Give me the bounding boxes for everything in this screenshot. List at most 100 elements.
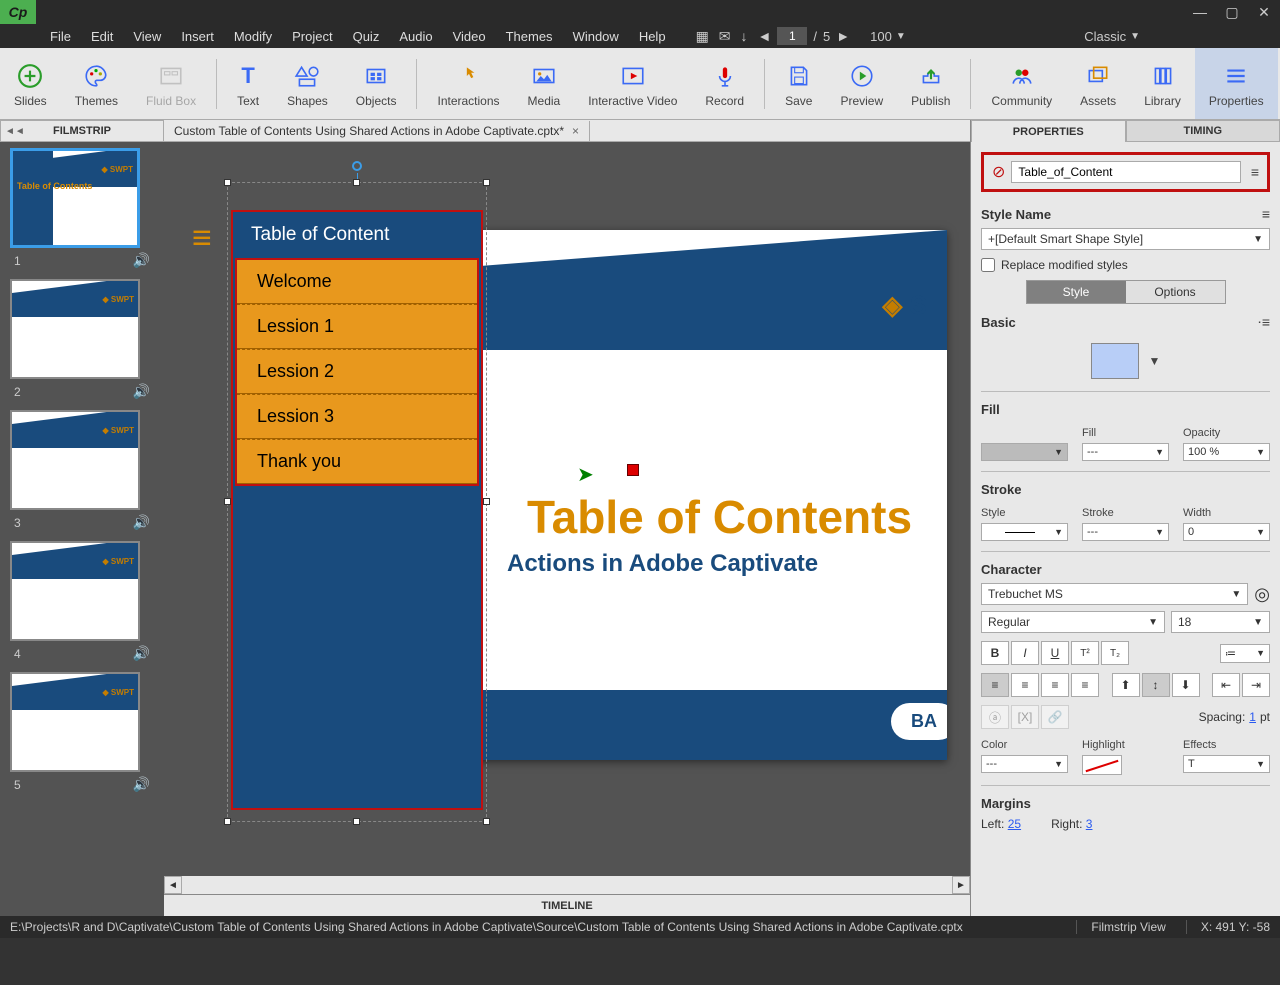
collapse-filmstrip-icon[interactable]: ◄◄: [5, 126, 25, 137]
toc-panel[interactable]: Table of Content Welcome Lession 1 Lessi…: [231, 210, 483, 810]
fill-color-dropdown[interactable]: ▼: [981, 443, 1068, 461]
record-button[interactable]: Record: [691, 48, 758, 119]
properties-button[interactable]: Properties: [1195, 48, 1278, 119]
style-menu-icon[interactable]: ≡: [1262, 206, 1270, 222]
menu-themes[interactable]: Themes: [496, 25, 563, 48]
interactive-video-button[interactable]: Interactive Video: [574, 48, 691, 119]
save-button[interactable]: Save: [771, 48, 826, 119]
italic-button[interactable]: I: [1011, 641, 1039, 665]
zoom-dropdown-icon[interactable]: ▼: [896, 31, 906, 42]
prev-page-icon[interactable]: ◄: [758, 28, 772, 44]
resize-handle-e[interactable]: [483, 498, 490, 505]
objects-button[interactable]: Objects: [342, 48, 411, 119]
toc-item-lesson1[interactable]: Lession 1: [237, 304, 477, 349]
align-center-button[interactable]: ≡: [1011, 673, 1039, 697]
menu-modify[interactable]: Modify: [224, 25, 282, 48]
menu-video[interactable]: Video: [443, 25, 496, 48]
subtab-options[interactable]: Options: [1126, 281, 1225, 303]
valign-top-button[interactable]: ⬆: [1112, 673, 1140, 697]
slide-thumb-4[interactable]: ◆ SWPT 4🔊: [10, 541, 154, 662]
font-size-dropdown[interactable]: 18▼: [1171, 611, 1270, 633]
back-button[interactable]: BA: [891, 703, 947, 740]
toc-item-lesson2[interactable]: Lession 2: [237, 349, 477, 394]
tab-timing[interactable]: TIMING: [1126, 120, 1280, 142]
underline-button[interactable]: U: [1041, 641, 1069, 665]
effects-dropdown[interactable]: T▼: [1183, 755, 1270, 773]
valign-middle-button[interactable]: ↕: [1142, 673, 1170, 697]
interactions-button[interactable]: Interactions: [423, 48, 513, 119]
menu-project[interactable]: Project: [282, 25, 342, 48]
menu-help[interactable]: Help: [629, 25, 676, 48]
toc-item-lesson3[interactable]: Lession 3: [237, 394, 477, 439]
slides-button[interactable]: Slides: [0, 48, 61, 119]
font-family-dropdown[interactable]: Trebuchet MS▼: [981, 583, 1248, 605]
workspace-dropdown[interactable]: Classic ▼: [1084, 29, 1140, 44]
list-style-dropdown[interactable]: ≔▼: [1220, 644, 1270, 663]
fill-color-swatch[interactable]: [1091, 343, 1139, 379]
hamburger-icon[interactable]: ≡: [192, 232, 212, 246]
assets-button[interactable]: Assets: [1066, 48, 1130, 119]
document-tab[interactable]: Custom Table of Contents Using Shared Ac…: [164, 121, 590, 141]
close-button[interactable]: ✕: [1248, 0, 1280, 24]
style-name-dropdown[interactable]: +[Default Smart Shape Style] ▼: [981, 228, 1270, 250]
slide-thumb-2[interactable]: ◆ SWPT 2🔊: [10, 279, 154, 400]
resize-handle-n[interactable]: [353, 179, 360, 186]
preview-button[interactable]: Preview: [826, 48, 897, 119]
slide-thumb-5[interactable]: ◆ SWPT 5🔊: [10, 672, 154, 793]
valign-bottom-button[interactable]: ⬇: [1172, 673, 1200, 697]
maximize-button[interactable]: ▢: [1216, 0, 1248, 24]
replace-styles-checkbox[interactable]: Replace modified styles: [981, 258, 1270, 272]
text-color-dropdown[interactable]: ---▼: [981, 755, 1068, 773]
rotate-handle[interactable]: [352, 161, 362, 171]
margin-right-value[interactable]: 3: [1086, 817, 1093, 831]
spacing-value[interactable]: 1: [1249, 710, 1256, 724]
download-icon[interactable]: ↓: [741, 28, 748, 44]
resize-handle-se[interactable]: [483, 818, 490, 825]
menu-insert[interactable]: Insert: [171, 25, 224, 48]
align-right-button[interactable]: ≡: [1041, 673, 1069, 697]
publish-button[interactable]: Publish: [897, 48, 964, 119]
basic-menu-icon[interactable]: ⋅≡: [1257, 314, 1270, 331]
swatch-dropdown-icon[interactable]: ▼: [1149, 354, 1161, 368]
align-left-button[interactable]: ≡: [981, 673, 1009, 697]
typekit-icon[interactable]: ◎: [1254, 584, 1270, 605]
align-justify-button[interactable]: ≡: [1071, 673, 1099, 697]
menu-edit[interactable]: Edit: [81, 25, 123, 48]
menu-file[interactable]: File: [40, 25, 81, 48]
community-button[interactable]: Community: [977, 48, 1066, 119]
menu-view[interactable]: View: [123, 25, 171, 48]
superscript-button[interactable]: T²: [1071, 641, 1099, 665]
bold-button[interactable]: B: [981, 641, 1009, 665]
stroke-color-dropdown[interactable]: ---▼: [1082, 523, 1169, 541]
opacity-dropdown[interactable]: 100 %▼: [1183, 443, 1270, 461]
menu-audio[interactable]: Audio: [389, 25, 442, 48]
indent-right-button[interactable]: ⇥: [1242, 673, 1270, 697]
themes-button[interactable]: Themes: [61, 48, 132, 119]
subscript-button[interactable]: T₂: [1101, 641, 1129, 665]
visibility-off-icon[interactable]: ⊘: [992, 162, 1005, 182]
font-weight-dropdown[interactable]: Regular▼: [981, 611, 1165, 633]
fill-type-dropdown[interactable]: ---▼: [1082, 443, 1169, 461]
slide-thumb-1[interactable]: ◆ SWPTTable of Contents 1🔊: [10, 148, 154, 269]
media-button[interactable]: Media: [514, 48, 575, 119]
resize-handle-s[interactable]: [353, 818, 360, 825]
menu-quiz[interactable]: Quiz: [343, 25, 390, 48]
subtab-style[interactable]: Style: [1027, 281, 1126, 303]
toc-item-welcome[interactable]: Welcome: [237, 260, 477, 304]
timeline-header[interactable]: TIMELINE: [164, 894, 970, 916]
recent-icon[interactable]: ▦: [696, 28, 709, 45]
object-name-input[interactable]: [1011, 161, 1240, 183]
menu-window[interactable]: Window: [563, 25, 629, 48]
resize-handle-ne[interactable]: [483, 179, 490, 186]
next-page-icon[interactable]: ►: [836, 28, 850, 44]
toc-item-thankyou[interactable]: Thank you: [237, 439, 477, 484]
current-page-input[interactable]: [777, 27, 807, 45]
stroke-width-input[interactable]: 0▼: [1183, 523, 1270, 541]
resize-handle-nw[interactable]: [224, 179, 231, 186]
resize-handle-sw[interactable]: [224, 818, 231, 825]
shapes-button[interactable]: Shapes: [273, 48, 342, 119]
highlight-color-dropdown[interactable]: [1082, 755, 1122, 775]
slide-thumb-3[interactable]: ◆ SWPT 3🔊: [10, 410, 154, 531]
stroke-style-dropdown[interactable]: ▼: [981, 523, 1068, 541]
resize-handle-w[interactable]: [224, 498, 231, 505]
